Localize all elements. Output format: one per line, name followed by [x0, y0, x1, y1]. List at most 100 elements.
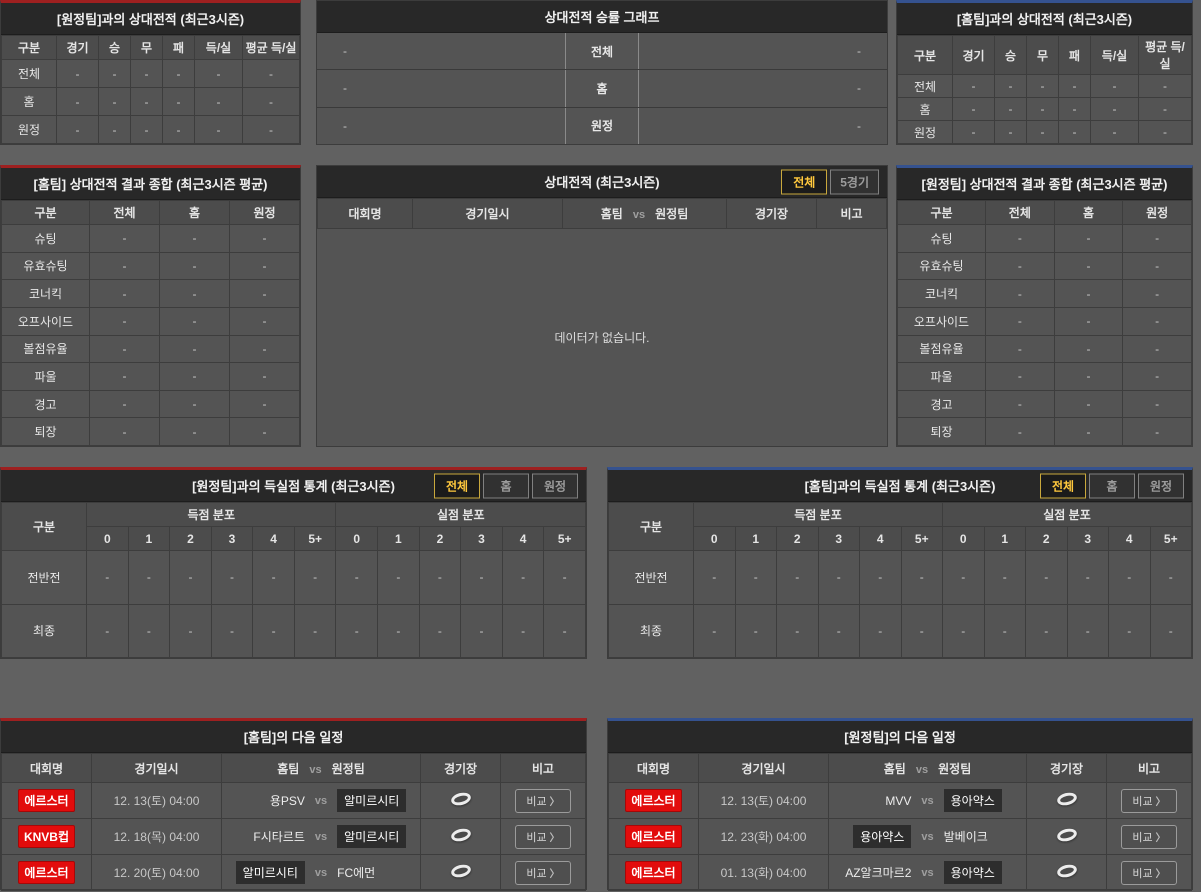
stat-value: -	[1122, 306, 1192, 336]
stat-value: -	[229, 417, 300, 446]
stat-value: -	[159, 389, 230, 419]
stat-value: -	[693, 603, 736, 658]
tab-away[interactable]: 원정	[1138, 473, 1184, 498]
panel-away-h2h: [원정팀]과의 상대전적 (최근3시즌) 구분 경기 승 무 패 득/실 평균 …	[0, 0, 301, 145]
stat-value: -	[900, 550, 943, 605]
row-label: 오프사이드	[1, 306, 90, 336]
chevron-right-icon: 〉	[549, 796, 560, 808]
schedule-row: 에르스터 12. 13(토) 04:00 용PSV vs 알미르시티 비교 〉	[1, 782, 586, 819]
row-label: 전반전	[1, 550, 87, 605]
stat-value: -	[1108, 603, 1151, 658]
stadium-icon[interactable]	[1055, 862, 1078, 880]
stat-value: -	[210, 550, 254, 605]
col-header: 홈	[1053, 200, 1124, 225]
tab-5games[interactable]: 5경기	[830, 169, 879, 194]
panel-title: [원정팀]의 다음 일정	[608, 721, 1192, 753]
col-header: 비고	[1106, 753, 1192, 783]
stat-value: -	[734, 603, 777, 658]
match-datetime: 12. 18(목) 04:00	[91, 818, 222, 855]
table-row: 전반전 ------------	[1, 550, 586, 605]
table-row: 파울 - - -	[897, 362, 1192, 391]
col-header: 대회명	[1, 753, 92, 783]
compare-button[interactable]: 비교 〉	[515, 824, 571, 849]
away-team: 용아약스	[943, 789, 1024, 812]
bin-header: 1	[127, 526, 171, 551]
col-header: 경기	[952, 35, 995, 75]
table-row: 경고 - - -	[897, 389, 1192, 419]
stat-value: -	[127, 603, 171, 658]
table-row: 파울 - - -	[1, 362, 300, 391]
stat-value: -	[98, 87, 131, 116]
away-result-summary-table: 구분 전체 홈 원정 슈팅 - - - 유효슈팅 - - - 코너킥 - - - 오프사이드 - - -…	[897, 200, 1192, 446]
bin-header: 5+	[1149, 526, 1192, 551]
stat-value: -	[130, 87, 163, 116]
row-label: 최종	[608, 603, 694, 658]
stat-value: -	[734, 550, 777, 605]
home-result-summary-table: 구분 전체 홈 원정 슈팅 - - - 유효슈팅 - - - 코너킥 - - - 오프사이드 - - -…	[1, 200, 300, 446]
col-header: 대회명	[608, 753, 699, 783]
stat-value: -	[1058, 97, 1091, 121]
winrate-row-label: 홈	[565, 70, 639, 107]
compare-button[interactable]: 비교 〉	[1121, 860, 1177, 885]
compare-button[interactable]: 비교 〉	[1121, 824, 1177, 849]
chevron-right-icon: 〉	[549, 832, 560, 844]
table-row: 유효슈팅 - - -	[897, 251, 1192, 281]
vs-label: vs	[921, 830, 934, 843]
bin-header: 4	[859, 526, 902, 551]
row-label: 슈팅	[897, 224, 986, 253]
stat-value: -	[1053, 224, 1124, 253]
table-row: 최종 ------------	[1, 603, 586, 658]
stadium-icon[interactable]	[449, 862, 472, 880]
col-header: 득/실	[194, 35, 243, 60]
col-header: 경기장	[420, 753, 501, 783]
stadium-icon[interactable]	[1055, 826, 1078, 844]
bin-header: 2	[776, 526, 819, 551]
stat-value: -	[229, 389, 300, 419]
col-header: 경기장	[1026, 753, 1107, 783]
stat-value: -	[1122, 362, 1192, 391]
table-row: 경고 - - -	[1, 389, 300, 419]
stadium-icon[interactable]	[449, 826, 472, 844]
stat-value: -	[98, 115, 131, 144]
stat-value: -	[1026, 120, 1059, 144]
stat-value: -	[162, 59, 195, 88]
home-team: 용아약스	[831, 825, 912, 848]
tab-home[interactable]: 홈	[483, 473, 529, 498]
stat-value: -	[776, 550, 819, 605]
compare-button[interactable]: 비교 〉	[515, 788, 571, 813]
stat-value: -	[1122, 417, 1192, 446]
row-label: 원정	[897, 120, 953, 144]
stat-value: -	[242, 115, 300, 144]
stat-value: -	[859, 603, 902, 658]
bin-header: 0	[86, 526, 129, 551]
stat-value: -	[817, 603, 860, 658]
tab-all[interactable]: 전체	[781, 169, 828, 194]
winrate-right-value: -	[857, 81, 861, 96]
bin-header: 1	[377, 526, 420, 551]
bin-header: 0	[693, 526, 736, 551]
col-header: 경기	[56, 35, 99, 60]
stat-value: -	[210, 603, 254, 658]
stadium-icon[interactable]	[1055, 790, 1078, 808]
panel-title: [홈팀]과의 득실점 통계 (최근3시즌)	[804, 479, 996, 494]
stadium-icon[interactable]	[449, 790, 472, 808]
compare-button[interactable]: 비교 〉	[515, 860, 571, 885]
tab-home[interactable]: 홈	[1089, 473, 1135, 498]
panel-away-result-summary: [원정팀] 상대전적 결과 종합 (최근3시즌 평균) 구분 전체 홈 원정 슈…	[896, 165, 1193, 447]
bin-header: 3	[817, 526, 860, 551]
tab-away[interactable]: 원정	[532, 473, 578, 498]
panel-home-goal-stats: [홈팀]과의 득실점 통계 (최근3시즌) 전체 홈 원정 구분 득점 분포 실…	[607, 467, 1193, 659]
row-label: 퇴장	[1, 417, 90, 446]
col-header: 대회명	[317, 198, 413, 229]
stat-value: -	[460, 603, 503, 658]
stat-value: -	[1066, 603, 1109, 658]
stat-value: -	[229, 279, 300, 308]
col-header: 구분	[897, 35, 953, 75]
stat-value: -	[89, 334, 160, 364]
tab-all[interactable]: 전체	[434, 473, 480, 498]
stat-value: -	[169, 603, 212, 658]
compare-button[interactable]: 비교 〉	[1121, 788, 1177, 813]
tab-all[interactable]: 전체	[1040, 473, 1086, 498]
table-row: 오프사이드 - - -	[1, 306, 300, 336]
row-label: 코너킥	[897, 279, 986, 308]
